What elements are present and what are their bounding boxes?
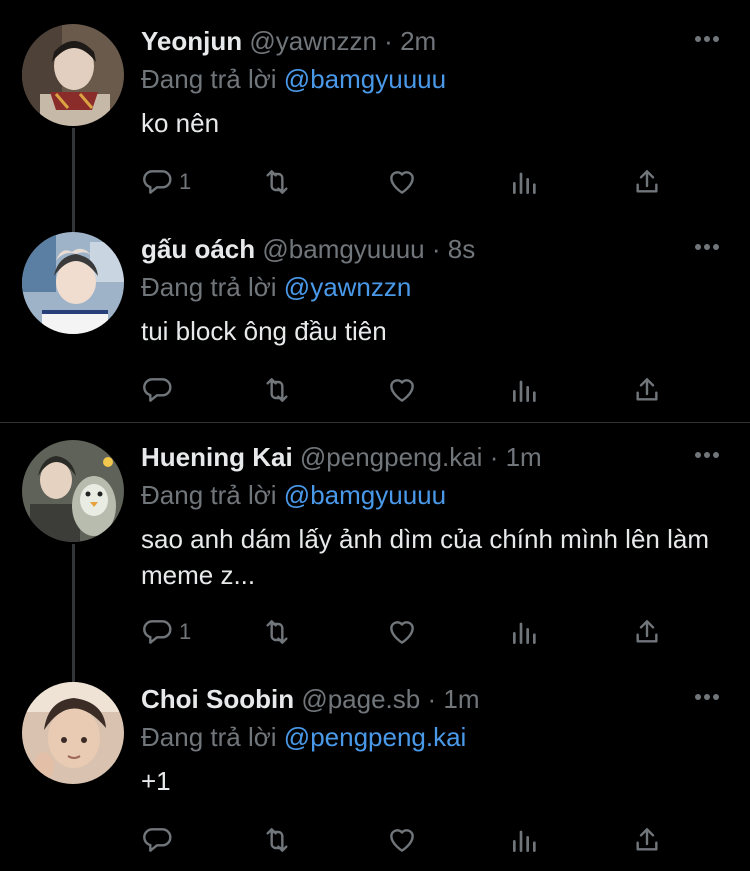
share-button[interactable] bbox=[631, 372, 663, 408]
analytics-button[interactable] bbox=[509, 822, 541, 858]
avatar[interactable] bbox=[22, 682, 124, 784]
mention-link[interactable]: @pengpeng.kai bbox=[284, 722, 467, 752]
analytics-button[interactable] bbox=[509, 614, 541, 650]
avatar[interactable] bbox=[22, 440, 124, 542]
retweet-icon bbox=[266, 378, 288, 402]
share-button[interactable] bbox=[631, 164, 663, 200]
retweet-icon bbox=[266, 828, 288, 852]
reply-icon bbox=[143, 828, 172, 852]
reply-icon bbox=[143, 620, 172, 644]
replying-to: Đang trả lời @bamgyuuuu bbox=[141, 64, 446, 95]
tweet-header: gấu oách @bamgyuuuu · 8s bbox=[141, 234, 475, 265]
like-icon bbox=[390, 829, 414, 852]
replying-to: Đang trả lời @yawnzzn bbox=[141, 272, 411, 303]
like-button[interactable] bbox=[386, 372, 418, 408]
tweet-actions: 1 bbox=[141, 164, 721, 200]
more-icon[interactable] bbox=[694, 692, 720, 702]
share-button[interactable] bbox=[631, 822, 663, 858]
reply-button[interactable] bbox=[141, 822, 179, 858]
analytics-icon bbox=[513, 380, 536, 402]
author-handle[interactable]: @bamgyuuuu bbox=[262, 234, 424, 264]
like-icon bbox=[390, 621, 414, 644]
author-handle[interactable]: @pengpeng.kai bbox=[300, 442, 483, 472]
share-button[interactable] bbox=[631, 614, 663, 650]
analytics-icon bbox=[513, 622, 536, 644]
tweet-3[interactable]: Huening Kai @pengpeng.kai · 1m Đang trả … bbox=[0, 416, 750, 684]
retweet-button[interactable] bbox=[261, 164, 293, 200]
tweet-1[interactable]: Yeonjun @yawnzzn · 2m Đang trả lời @bamg… bbox=[0, 0, 750, 232]
separator-dot: · bbox=[489, 442, 499, 472]
replying-label: Đang trả lời bbox=[141, 722, 277, 752]
reply-count: 1 bbox=[179, 619, 192, 644]
avatar[interactable] bbox=[22, 24, 124, 126]
retweet-button[interactable] bbox=[261, 372, 293, 408]
retweet-icon bbox=[266, 620, 288, 644]
retweet-icon bbox=[266, 170, 288, 194]
more-icon[interactable] bbox=[694, 242, 720, 252]
timestamp[interactable]: 2m bbox=[400, 26, 436, 56]
author-handle[interactable]: @page.sb bbox=[301, 684, 420, 714]
share-icon bbox=[636, 170, 658, 193]
author-handle[interactable]: @yawnzzn bbox=[249, 26, 377, 56]
reply-button[interactable]: 1 bbox=[141, 164, 191, 200]
mention-link[interactable]: @bamgyuuuu bbox=[284, 64, 446, 94]
retweet-button[interactable] bbox=[261, 822, 293, 858]
separator-dot: · bbox=[431, 234, 441, 264]
timestamp[interactable]: 1m bbox=[506, 442, 542, 472]
tweet-header: Huening Kai @pengpeng.kai · 1m bbox=[141, 442, 542, 473]
tweet-text: sao anh dám lấy ảnh dìm của chính mình l… bbox=[141, 524, 709, 590]
reply-count: 1 bbox=[179, 169, 192, 194]
replying-label: Đang trả lời bbox=[141, 64, 277, 94]
like-icon bbox=[390, 379, 414, 402]
analytics-icon bbox=[513, 172, 536, 194]
replying-to: Đang trả lời @pengpeng.kai bbox=[141, 722, 466, 753]
author-name[interactable]: Yeonjun bbox=[141, 26, 242, 56]
analytics-button[interactable] bbox=[509, 164, 541, 200]
more-icon[interactable] bbox=[694, 34, 720, 44]
tweet-text: ko nên bbox=[141, 108, 220, 138]
tweet-actions bbox=[141, 372, 721, 408]
reply-button[interactable] bbox=[141, 372, 179, 408]
tweet-actions: 1 bbox=[141, 614, 721, 650]
mention-link[interactable]: @bamgyuuuu bbox=[284, 480, 446, 510]
analytics-icon bbox=[513, 830, 536, 852]
like-button[interactable] bbox=[386, 822, 418, 858]
tweet-text: +1 bbox=[141, 766, 171, 796]
share-icon bbox=[636, 378, 658, 401]
share-icon bbox=[636, 828, 658, 851]
like-button[interactable] bbox=[386, 164, 418, 200]
reply-icon bbox=[143, 170, 172, 194]
like-button[interactable] bbox=[386, 614, 418, 650]
separator-dot: · bbox=[384, 26, 393, 56]
replying-to: Đang trả lời @bamgyuuuu bbox=[141, 480, 446, 511]
analytics-button[interactable] bbox=[509, 372, 541, 408]
more-icon[interactable] bbox=[694, 450, 720, 460]
retweet-button[interactable] bbox=[261, 614, 293, 650]
tweet-text: tui block ông đầu tiên bbox=[141, 316, 387, 346]
share-icon bbox=[636, 620, 658, 643]
replying-label: Đang trả lời bbox=[141, 272, 277, 302]
tweet-2[interactable]: gấu oách @bamgyuuuu · 8s Đang trả lời @y… bbox=[0, 208, 750, 420]
tweet-header: Choi Soobin @page.sb · 1m bbox=[141, 684, 480, 715]
reply-icon bbox=[143, 378, 172, 402]
mention-link[interactable]: @yawnzzn bbox=[284, 272, 412, 302]
author-name[interactable]: Huening Kai bbox=[141, 442, 293, 472]
timestamp[interactable]: 1m bbox=[443, 684, 479, 714]
replying-label: Đang trả lời bbox=[141, 480, 277, 510]
author-name[interactable]: Choi Soobin bbox=[141, 684, 294, 714]
avatar[interactable] bbox=[22, 232, 124, 334]
author-name[interactable]: gấu oách bbox=[141, 234, 255, 264]
tweet-header: Yeonjun @yawnzzn · 2m bbox=[141, 26, 436, 57]
reply-button[interactable]: 1 bbox=[141, 614, 191, 650]
tweet-4[interactable]: Choi Soobin @page.sb · 1m Đang trả lời @… bbox=[0, 658, 750, 871]
tweet-actions bbox=[141, 822, 721, 858]
like-icon bbox=[390, 171, 414, 194]
timestamp[interactable]: 8s bbox=[448, 234, 475, 264]
separator-dot: · bbox=[427, 684, 437, 714]
